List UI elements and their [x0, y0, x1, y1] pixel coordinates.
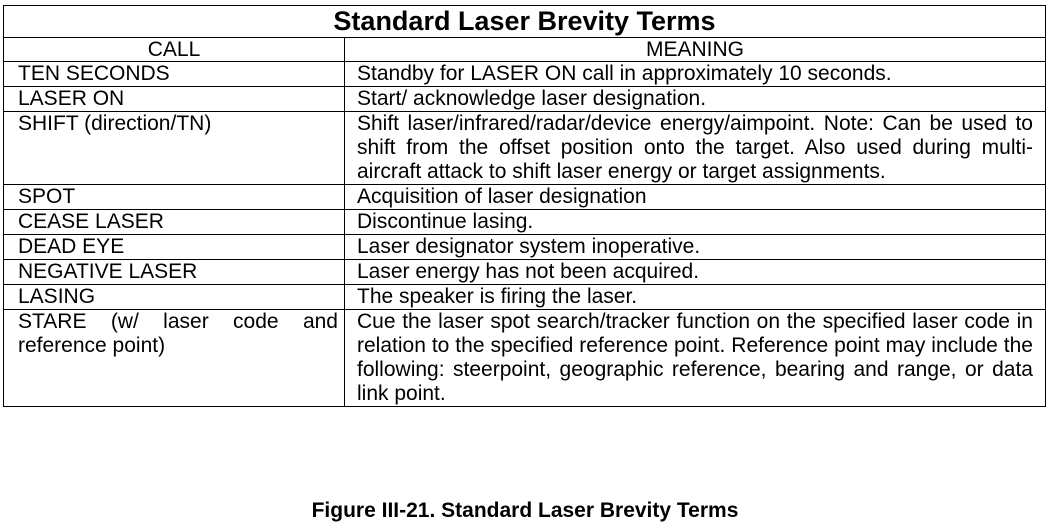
call-cell: SHIFT (direction/TN) — [3, 111, 345, 185]
call-cell: SPOT — [3, 184, 345, 210]
meaning-cell: Acquisition of laser designation — [344, 184, 1046, 210]
meaning-cell: Start/ acknowledge laser designation. — [344, 86, 1046, 112]
table-row: TEN SECONDS Standby for LASER ON call in… — [3, 61, 1046, 87]
table-title: Standard Laser Brevity Terms — [3, 5, 1046, 38]
table-row: STARE (w/ laser code and reference point… — [3, 309, 1046, 407]
meaning-cell: Laser energy has not been acquired. — [344, 259, 1046, 285]
meaning-cell: Laser designator system inoperative. — [344, 234, 1046, 260]
table-row: LASING The speaker is firing the laser. — [3, 284, 1046, 310]
call-cell: LASER ON — [3, 86, 345, 112]
table-row: SHIFT (direction/TN) Shift laser/infrare… — [3, 111, 1046, 185]
table-header-row: CALL MEANING — [3, 37, 1046, 62]
column-header-meaning: MEANING — [344, 37, 1046, 62]
figure-caption: Figure III-21. Standard Laser Brevity Te… — [311, 499, 739, 522]
table-row: SPOT Acquisition of laser designation — [3, 184, 1046, 210]
call-cell: LASING — [3, 284, 345, 310]
meaning-cell: Standby for LASER ON call in approximate… — [344, 61, 1046, 87]
meaning-cell: Discontinue lasing. — [344, 209, 1046, 235]
brevity-terms-table: Standard Laser Brevity Terms CALL MEANIN… — [3, 5, 1046, 407]
table-title-row: Standard Laser Brevity Terms — [3, 5, 1046, 38]
call-cell: NEGATIVE LASER — [3, 259, 345, 285]
call-cell: CEASE LASER — [3, 209, 345, 235]
meaning-cell: Shift laser/infrared/radar/device energy… — [344, 111, 1046, 185]
call-cell: TEN SECONDS — [3, 61, 345, 87]
call-cell: STARE (w/ laser code and reference point… — [3, 309, 345, 407]
table-row: DEAD EYE Laser designator system inopera… — [3, 234, 1046, 260]
table-row: NEGATIVE LASER Laser energy has not been… — [3, 259, 1046, 285]
table-row: LASER ON Start/ acknowledge laser design… — [3, 86, 1046, 112]
meaning-cell: The speaker is firing the laser. — [344, 284, 1046, 310]
call-cell: DEAD EYE — [3, 234, 345, 260]
table-row: CEASE LASER Discontinue lasing. — [3, 209, 1046, 235]
column-header-call: CALL — [3, 37, 345, 62]
brevity-table-container: Standard Laser Brevity Terms CALL MEANIN… — [3, 5, 1046, 407]
meaning-cell: Cue the laser spot search/tracker functi… — [344, 309, 1046, 407]
